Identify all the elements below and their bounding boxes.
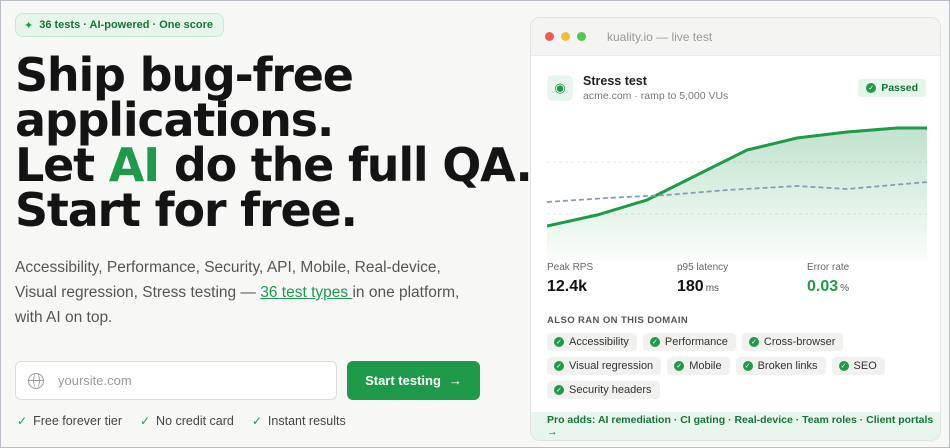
live-test-window: kuality.io — live test ◉ Stress test acm… [530, 17, 941, 441]
check-icon: ✓ [139, 414, 151, 428]
window-titlebar: kuality.io — live test [531, 18, 940, 56]
check-icon: ✓ [17, 414, 28, 428]
stat-value: 0.03% [807, 278, 850, 295]
stat-label: Error rate [807, 262, 850, 273]
chip-accessibility[interactable]: ✓ Accessibility [547, 333, 637, 351]
perk-label: Free forever tier [33, 414, 122, 428]
chip-broken-links[interactable]: ✓ Broken links [735, 357, 826, 375]
stress-chart [547, 126, 927, 260]
stats-row: Peak RPS 12.4k p95 latency 180 ms Error r… [547, 262, 937, 296]
check-circle-icon: ✓ [742, 361, 753, 371]
start-testing-label: Start testing [365, 373, 441, 388]
chip-cross-browser[interactable]: ✓ Cross-browser [741, 333, 844, 351]
test-name: Stress test [583, 74, 647, 88]
stat-label: p95 latency [677, 262, 729, 273]
hero: ✦ 36 tests · AI-powered · One score Ship… [15, 13, 533, 330]
chip-seo[interactable]: ✓ SEO [831, 357, 885, 375]
check-circle-icon: ✓ [866, 83, 877, 93]
test-header: ◉ Stress test acme.com · ramp to 5,000 V… [547, 74, 728, 102]
test-types-link[interactable]: 36 test types [260, 284, 352, 301]
stat-p95-latency: p95 latency 180 ms [677, 262, 807, 296]
perk-item: ✓ No credit card [140, 414, 234, 428]
check-circle-icon: ✓ [748, 337, 759, 347]
headline-line-1: Ship bug-free [15, 48, 354, 102]
also-ran-chips: ✓ Accessibility ✓ Performance ✓ Cross-brows… [547, 333, 917, 399]
check-circle-icon: ✓ [554, 337, 564, 347]
arrow-right-icon: → [448, 373, 462, 388]
close-dot-icon [545, 32, 554, 41]
flame-icon: ◉ [547, 75, 573, 101]
stat-value: 180 ms [677, 278, 720, 295]
stat-unit: % [840, 283, 850, 294]
headline-line-2: applications. [15, 93, 334, 147]
status-badge: ✓ Passed [858, 79, 926, 97]
hero-badge: ✦ 36 tests · AI-powered · One score [15, 13, 225, 37]
throughput-area [547, 128, 927, 260]
minimize-dot-icon [561, 32, 570, 41]
perk-label: Instant results [267, 414, 346, 428]
also-ran-title: ALSO RAN ON THIS DOMAIN [547, 315, 689, 326]
chip-visual-regression[interactable]: ✓ Visual regression [547, 357, 662, 375]
pro-features-link[interactable]: Pro adds: AI remediation · CI gating · R… [531, 412, 940, 440]
check-circle-icon: ✓ [838, 361, 849, 371]
perk-label: No credit card [156, 414, 234, 428]
maximize-dot-icon [577, 32, 586, 41]
hero-badge-text: 36 tests · AI-powered · One score [39, 19, 214, 31]
status-label: Passed [881, 82, 918, 94]
chip-performance[interactable]: ✓ Performance [642, 333, 736, 351]
check-circle-icon: ✓ [649, 337, 660, 347]
perk-item: ✓ Instant results [252, 414, 346, 428]
chip-security-headers[interactable]: ✓ Security headers [547, 381, 660, 399]
perk-item: ✓ Free forever tier [17, 414, 122, 428]
stat-error-rate: Error rate 0.03% [807, 262, 937, 296]
test-subtitle: acme.com · ramp to 5,000 VUs [583, 90, 729, 102]
headline-line-3: Let AI do the full QA. [15, 142, 533, 188]
window-url: kuality.io — live test [607, 29, 713, 44]
check-circle-icon: ✓ [554, 361, 564, 371]
site-url-placeholder: yoursite.com [58, 373, 132, 388]
sparkle-icon: ✦ [24, 19, 34, 32]
stat-value: 12.4k [547, 278, 588, 295]
check-circle-icon: ✓ [554, 385, 564, 395]
globe-icon [28, 372, 44, 389]
signup-form: yoursite.com Start testing → [15, 361, 480, 400]
hero-description: Accessibility, Performance, Security, AP… [15, 255, 485, 330]
stat-label: Peak RPS [547, 262, 594, 273]
check-icon: ✓ [251, 414, 262, 428]
stat-unit: ms [705, 283, 720, 294]
stat-peak-rps: Peak RPS 12.4k [547, 262, 677, 296]
site-url-input[interactable]: yoursite.com [15, 361, 337, 400]
chip-mobile[interactable]: ✓ Mobile [667, 357, 730, 375]
headline-line-4: Start for free. [15, 183, 358, 237]
check-circle-icon: ✓ [674, 361, 685, 371]
perks-list: ✓ Free forever tier ✓ No credit card ✓ Inst… [17, 414, 346, 428]
start-testing-button[interactable]: Start testing → [347, 361, 480, 400]
hero-headline: Ship bug-free applications. Let AI do th… [15, 48, 533, 237]
